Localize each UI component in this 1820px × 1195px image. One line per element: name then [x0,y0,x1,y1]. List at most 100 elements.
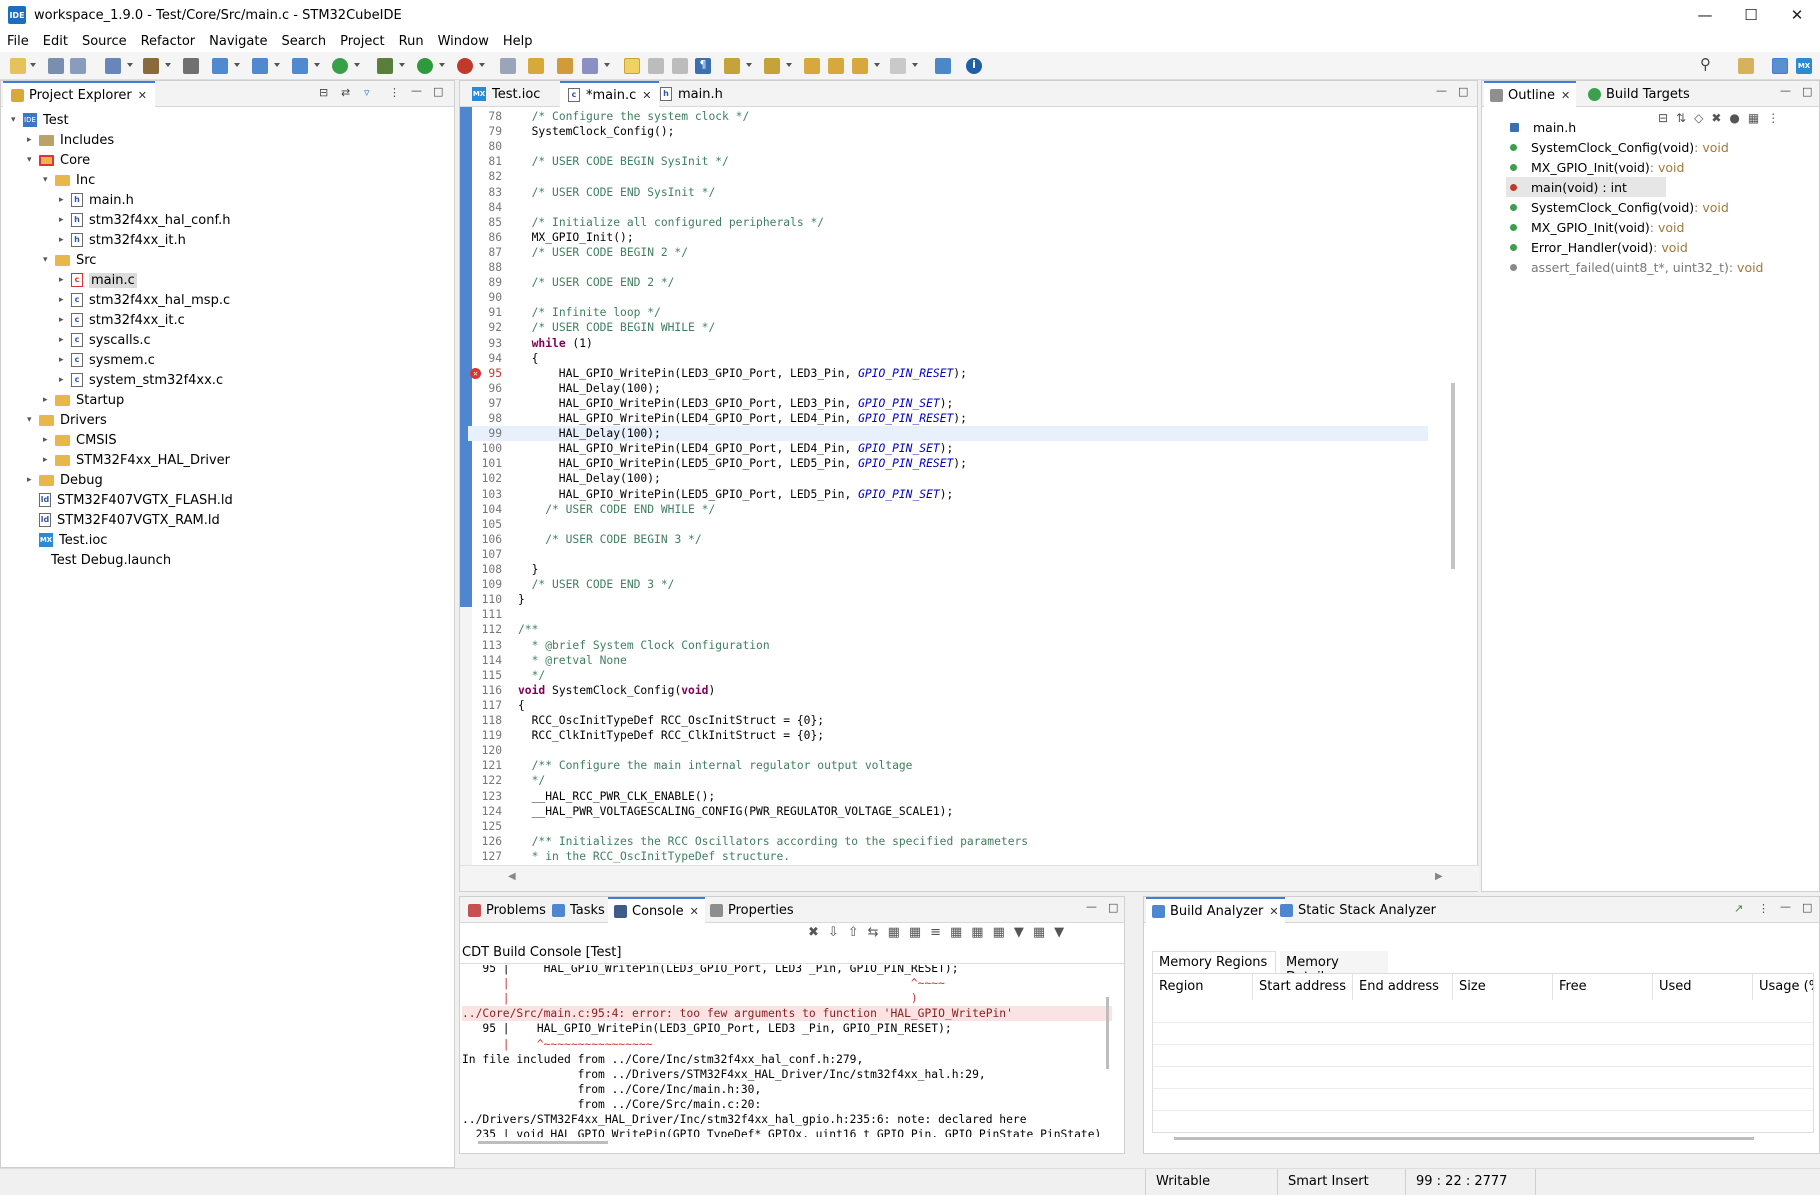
run-icon[interactable] [417,58,433,74]
collapsed-chevron-icon[interactable]: ▸ [43,395,55,405]
console-output[interactable]: 95 | HAL_GPIO_WritePin(LED3_GPIO_Port, L… [462,965,1122,1137]
code-line[interactable]: 120 [468,743,1428,758]
code-line[interactable]: 93 while (1) [468,336,1428,351]
code-line[interactable]: 105 [468,517,1428,532]
code-line[interactable]: 118 RCC_OscInitTypeDef RCC_OscInitStruct… [468,713,1428,728]
column-region[interactable]: Region [1153,974,1253,1000]
code-line[interactable]: 88 [468,260,1428,275]
code-line[interactable]: 127 * in the RCC_OscInitTypeDef structur… [468,849,1428,864]
save-all-icon[interactable] [70,58,86,74]
build-hammer-icon[interactable] [143,58,159,74]
maximize-button[interactable]: ☐ [1728,0,1774,30]
code-line[interactable]: 106 /* USER CODE BEGIN 3 */ [468,532,1428,547]
column-size[interactable]: Size [1453,974,1553,1000]
skip-breakpoints-icon[interactable] [500,58,516,74]
collapsed-chevron-icon[interactable]: ▸ [59,335,71,345]
link-editor-icon[interactable]: ⇄ [341,86,350,99]
code-line[interactable]: 111 [468,607,1428,622]
expanded-chevron-icon[interactable]: ▾ [43,175,55,185]
menu-search[interactable]: Search [274,34,333,49]
menu-source[interactable]: Source [75,34,134,49]
menu-edit[interactable]: Edit [36,34,75,49]
column-free[interactable]: Free [1553,974,1653,1000]
tab-static-stack-analyzer[interactable]: Static Stack Analyzer [1274,897,1442,923]
code-line[interactable]: 80 [468,139,1428,154]
outline-toolbar-icons[interactable]: ⊟⇅◇✖●▦⋮ [1658,111,1787,125]
forward-arrow-icon[interactable] [890,58,906,74]
menu-help[interactable]: Help [496,34,540,49]
collapsed-chevron-icon[interactable]: ▸ [43,455,55,465]
column-usage[interactable]: Usage (% [1753,974,1813,1000]
build-config-icon[interactable] [105,58,121,74]
code-line[interactable]: 122 */ [468,773,1428,788]
tab-build-analyzer[interactable]: Build Analyzer ✕ [1146,897,1285,923]
save-icon[interactable] [48,58,64,74]
tab-build-targets[interactable]: Build Targets [1582,81,1696,107]
code-line[interactable]: 108 } [468,562,1428,577]
editor-hscrollbar[interactable]: ◀ ▶ [460,865,1479,891]
tree-item-stm32f407vgtx-ram-ld[interactable]: ld STM32F407VGTX_RAM.ld [27,510,220,530]
collapsed-chevron-icon[interactable]: ▸ [59,195,71,205]
table-hscroll-thumb[interactable] [1174,1137,1754,1140]
code-line[interactable]: 102 HAL_Delay(100); [468,471,1428,486]
outline-item[interactable]: main.h [1510,117,1576,137]
search-icon[interactable]: ⚲ [1700,55,1716,73]
expanded-chevron-icon[interactable]: ▾ [27,155,39,165]
outline-item[interactable]: assert_failed(uint8_t*, uint32_t) : void [1510,257,1764,277]
tree-item-core[interactable]: ▾ Core [27,150,90,170]
code-line[interactable]: 84 [468,200,1428,215]
mx-perspective-icon[interactable]: MX [1796,58,1812,74]
code-line[interactable]: 100 HAL_GPIO_WritePin(LED4_GPIO_Port, LE… [468,441,1428,456]
code-line[interactable]: 96 HAL_Delay(100); [468,381,1428,396]
tree-item-includes[interactable]: ▸ Includes [27,130,114,150]
code-line[interactable]: 83 /* USER CODE END SysInit */ [468,185,1428,200]
code-line[interactable]: 125 [468,819,1428,834]
open-perspective-btn-icon[interactable] [1738,58,1754,74]
code-line[interactable]: 95 ✕ HAL_GPIO_WritePin(LED3_GPIO_Port, LE… [468,366,1428,381]
open-perspective-icon[interactable] [935,58,951,74]
code-line[interactable]: 112 /** [468,622,1428,637]
tree-item-main-h[interactable]: ▸ h main.h [59,190,134,210]
code-line[interactable]: 104 /* USER CODE END WHILE */ [468,502,1428,517]
open-task-icon[interactable] [557,58,573,74]
tab-project-explorer[interactable]: Project Explorer ✕ [3,81,155,107]
column-end-address[interactable]: End address [1353,974,1453,1000]
tree-item-stm32f407vgtx-flash-ld[interactable]: ld STM32F407VGTX_FLASH.ld [27,490,233,510]
tab-outline[interactable]: Outline ✕ [1484,81,1577,107]
code-line[interactable]: 98 HAL_GPIO_WritePin(LED4_GPIO_Port, LED… [468,411,1428,426]
info-icon[interactable]: i [966,58,982,74]
code-line[interactable]: 87 /* USER CODE BEGIN 2 */ [468,245,1428,260]
open-type-icon[interactable] [528,58,544,74]
maximize-view-icon[interactable]: □ [433,85,443,98]
maximize-view-icon[interactable]: □ [1802,901,1812,914]
tree-item-stm32f4xx-hal-conf-h[interactable]: ▸ h stm32f4xx_hal_conf.h [59,210,230,230]
outline-item[interactable]: SystemClock_Config(void) : void [1510,137,1729,157]
tree-item-stm32f4xx-hal-driver[interactable]: ▸ STM32F4xx_HAL_Driver [43,450,230,470]
code-line[interactable]: 119 RCC_ClkInitTypeDef RCC_ClkInitStruct… [468,728,1428,743]
code-line[interactable]: 82 [468,169,1428,184]
tree-item-syscalls-c[interactable]: ▸ c syscalls.c [59,330,151,350]
error-marker-icon[interactable]: ✕ [470,367,481,379]
new-project-icon[interactable] [212,58,228,74]
outline-item[interactable]: main(void) : int [1506,177,1666,197]
build-all-icon[interactable] [183,58,199,74]
code-line[interactable]: 126 /** Initializes the RCC Oscillators … [468,834,1428,849]
expanded-chevron-icon[interactable]: ▾ [11,115,23,125]
collapsed-chevron-icon[interactable]: ▸ [59,275,71,285]
tree-item-src[interactable]: ▾ Src [43,250,96,270]
minimize-view-icon[interactable]: — [1780,900,1791,913]
debug-icon[interactable] [377,58,393,74]
collapsed-chevron-icon[interactable]: ▸ [59,215,71,225]
menu-project[interactable]: Project [333,34,391,49]
prev-annotation-icon[interactable] [764,58,780,74]
last-edit-icon[interactable] [804,58,820,74]
tree-item-stm32f4xx-it-h[interactable]: ▸ h stm32f4xx_it.h [59,230,186,250]
tree-item-system-stm32f4xx-c[interactable]: ▸ c system_stm32f4xx.c [59,370,223,390]
next-annotation-icon[interactable] [724,58,740,74]
new-folder-icon[interactable] [252,58,268,74]
subtab-memory-regions[interactable]: Memory Regions [1152,951,1276,973]
tree-item-inc[interactable]: ▾ Inc [43,170,95,190]
view-menu-icon[interactable]: ⋮ [389,86,400,99]
code-line[interactable]: 116 void SystemClock_Config(void) [468,683,1428,698]
menu-run[interactable]: Run [392,34,431,49]
